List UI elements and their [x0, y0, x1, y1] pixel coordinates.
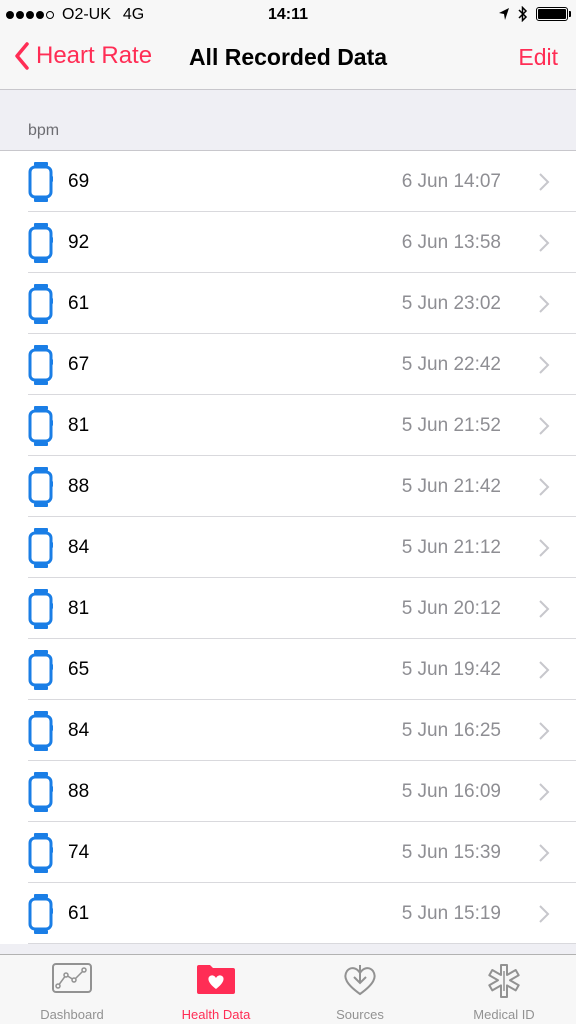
list-item[interactable]: 84 5 Jun 21:12 — [0, 517, 576, 578]
list-item[interactable]: 81 5 Jun 20:12 — [0, 578, 576, 639]
status-time: 14:11 — [267, 6, 309, 23]
apple-watch-icon — [28, 162, 53, 202]
heart-rate-value: 65 — [68, 659, 90, 680]
medical-star-icon — [488, 964, 520, 998]
list-item[interactable]: 61 5 Jun 23:02 — [0, 273, 576, 334]
apple-watch-icon — [28, 345, 53, 385]
list-item[interactable]: 88 5 Jun 21:42 — [0, 456, 576, 517]
record-timestamp: 5 Jun 23:02 — [401, 293, 501, 314]
record-timestamp: 5 Jun 21:52 — [401, 415, 501, 436]
record-timestamp: 6 Jun 14:07 — [401, 171, 501, 192]
list-item[interactable]: 84 5 Jun 16:25 — [0, 700, 576, 761]
heart-rate-value: 81 — [68, 598, 90, 619]
tab-sources[interactable]: Sources — [288, 955, 432, 1024]
heart-rate-value: 88 — [68, 781, 90, 802]
tab-sources-label: Sources — [336, 1007, 384, 1022]
heart-rate-value: 84 — [68, 537, 90, 558]
records-list: 69 6 Jun 14:07 92 6 Jun 13:58 61 5 Jun 23:02 6… — [0, 150, 576, 944]
chevron-right-icon — [539, 783, 550, 801]
heart-rate-value: 84 — [68, 720, 90, 741]
chart-icon — [52, 963, 92, 993]
heart-rate-value: 61 — [68, 293, 90, 314]
record-timestamp: 5 Jun 15:39 — [401, 842, 501, 863]
list-item[interactable]: 92 6 Jun 13:58 — [0, 212, 576, 273]
apple-watch-icon — [28, 772, 53, 812]
chevron-right-icon — [539, 905, 550, 923]
tab-medical-id[interactable]: Medical ID — [432, 955, 576, 1024]
list-item[interactable]: 67 5 Jun 22:42 — [0, 334, 576, 395]
heart-rate-value: 61 — [68, 903, 90, 924]
record-timestamp: 5 Jun 21:12 — [401, 537, 501, 558]
record-timestamp: 5 Jun 22:42 — [401, 354, 501, 375]
status-bar: O2-UK 4G 14:11 — [0, 0, 576, 30]
chevron-right-icon — [539, 661, 550, 679]
battery-icon — [536, 7, 571, 21]
chevron-right-icon — [539, 600, 550, 618]
list-item[interactable]: 65 5 Jun 19:42 — [0, 639, 576, 700]
chevron-left-icon — [15, 42, 29, 70]
apple-watch-icon — [28, 467, 53, 507]
heart-download-icon — [344, 965, 376, 996]
tab-dashboard-label: Dashboard — [40, 1007, 104, 1022]
heart-rate-value: 92 — [68, 232, 90, 253]
list-item[interactable]: 81 5 Jun 21:52 — [0, 395, 576, 456]
list-item[interactable]: 61 5 Jun 15:19 — [0, 883, 576, 944]
record-timestamp: 5 Jun 15:19 — [401, 903, 501, 924]
apple-watch-icon — [28, 894, 53, 934]
list-item[interactable]: 88 5 Jun 16:09 — [0, 761, 576, 822]
back-button-label: Heart Rate — [36, 42, 153, 69]
chevron-right-icon — [539, 417, 550, 435]
status-icons — [498, 6, 571, 22]
record-timestamp: 5 Jun 16:09 — [401, 781, 501, 802]
heart-rate-value: 81 — [68, 415, 90, 436]
record-timestamp: 6 Jun 13:58 — [401, 232, 501, 253]
tab-dashboard[interactable]: Dashboard — [0, 955, 144, 1024]
chevron-right-icon — [539, 478, 550, 496]
apple-watch-icon — [28, 589, 53, 629]
heart-rate-value: 88 — [68, 476, 90, 497]
tab-medical-id-label: Medical ID — [473, 1007, 535, 1022]
chevron-right-icon — [539, 722, 550, 740]
chevron-right-icon — [539, 844, 550, 862]
section-header: bpm — [28, 122, 60, 139]
list-item[interactable]: 74 5 Jun 15:39 — [0, 822, 576, 883]
chevron-right-icon — [539, 539, 550, 557]
chevron-right-icon — [539, 234, 550, 252]
apple-watch-icon — [28, 406, 53, 446]
list-item[interactable]: 69 6 Jun 14:07 — [0, 151, 576, 212]
apple-watch-icon — [28, 528, 53, 568]
record-timestamp: 5 Jun 21:42 — [401, 476, 501, 497]
back-button[interactable]: Heart Rate — [14, 42, 152, 70]
location-arrow-icon — [499, 8, 509, 20]
bluetooth-icon — [518, 6, 528, 22]
record-timestamp: 5 Jun 19:42 — [401, 659, 501, 680]
edit-button[interactable]: Edit — [518, 44, 558, 71]
navigation-bar: Heart Rate All Recorded Data Edit — [0, 30, 576, 90]
heart-rate-value: 74 — [68, 842, 90, 863]
heart-rate-value: 69 — [68, 171, 90, 192]
record-timestamp: 5 Jun 16:25 — [401, 720, 501, 741]
apple-watch-icon — [28, 223, 53, 263]
tab-bar: Dashboard Health Data Sources Medical ID — [0, 954, 576, 1024]
tab-health-data[interactable]: Health Data — [144, 955, 288, 1024]
apple-watch-icon — [28, 650, 53, 690]
apple-watch-icon — [28, 711, 53, 751]
chevron-right-icon — [539, 356, 550, 374]
record-timestamp: 5 Jun 20:12 — [401, 598, 501, 619]
apple-watch-icon — [28, 833, 53, 873]
apple-watch-icon — [28, 284, 53, 324]
tab-health-data-label: Health Data — [181, 1007, 251, 1022]
chevron-right-icon — [539, 295, 550, 313]
chevron-right-icon — [539, 173, 550, 191]
heart-rate-value: 67 — [68, 354, 90, 375]
heart-folder-icon — [197, 965, 235, 994]
